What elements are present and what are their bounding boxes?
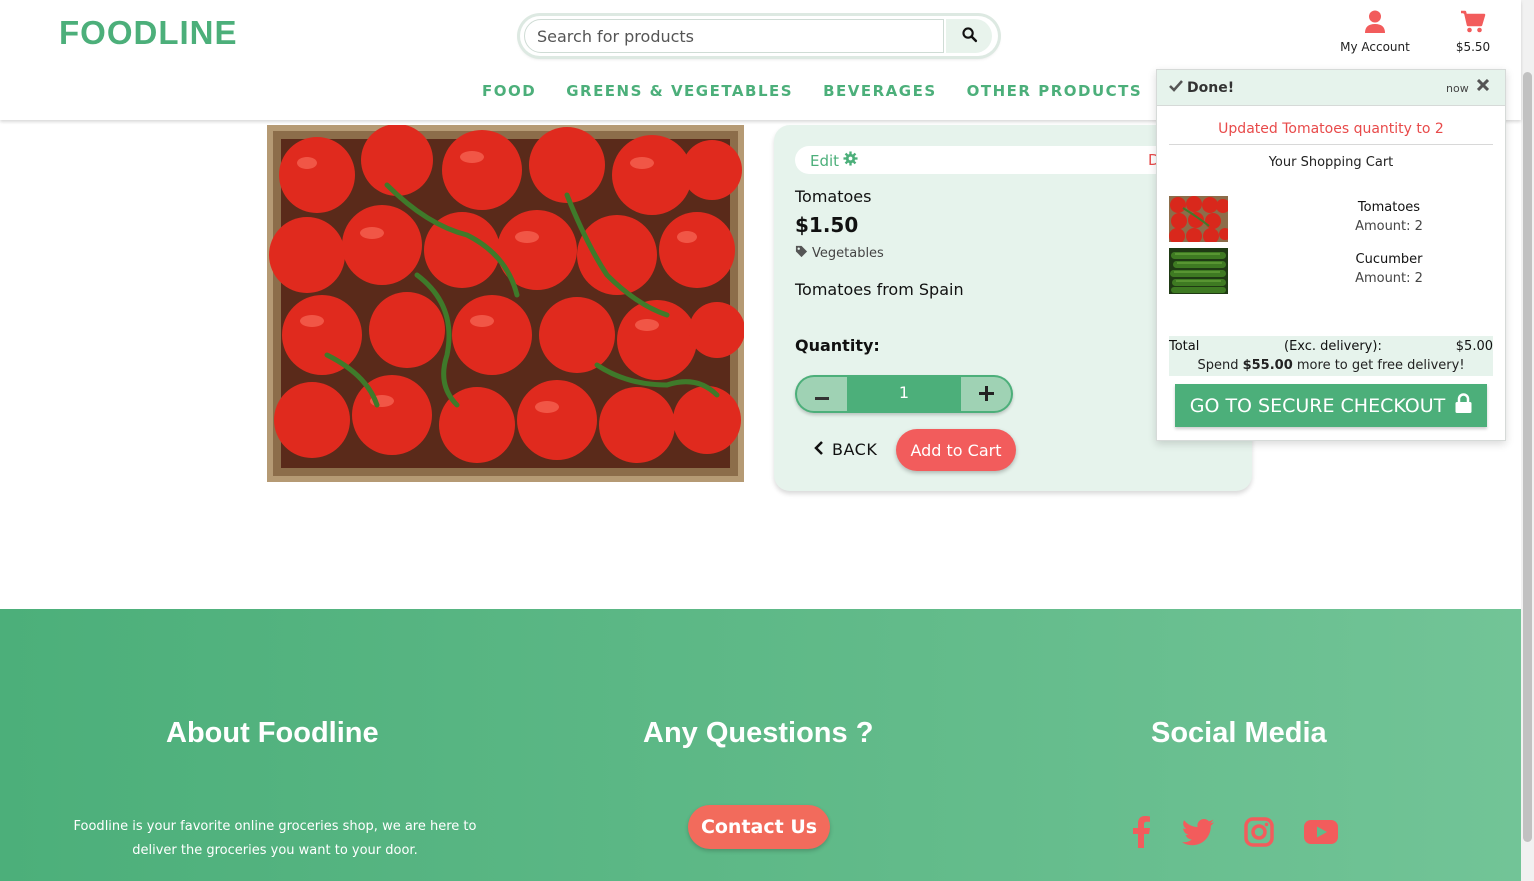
site-logo[interactable]: FOODLINE <box>59 14 238 52</box>
toast-header: Done! now <box>1157 70 1505 106</box>
quantity-input[interactable] <box>849 377 959 407</box>
youtube-icon[interactable] <box>1304 820 1338 844</box>
product-image <box>267 124 745 482</box>
nav-item-beverages[interactable]: BEVERAGES <box>823 82 937 100</box>
quantity-stepper <box>795 375 1013 413</box>
cart-item[interactable]: Cucumber Amount: 2 <box>1169 248 1493 294</box>
toast-timestamp: now <box>1446 82 1469 95</box>
back-button[interactable]: BACK <box>814 440 877 459</box>
search-icon <box>961 26 978 46</box>
cart-item-amount: Amount: 2 <box>1355 219 1423 234</box>
cart-item-thumbnail <box>1169 248 1228 294</box>
cart-subtitle: Your Shopping Cart <box>1268 155 1394 170</box>
cart-toast: Done! now Updated Tomatoes quantity to 2… <box>1156 69 1506 441</box>
my-account-label: My Account <box>1340 40 1410 54</box>
cart-icon <box>1460 10 1486 38</box>
lock-icon <box>1455 393 1472 418</box>
instagram-icon[interactable] <box>1244 817 1274 847</box>
cart-item-thumbnail <box>1169 196 1231 244</box>
facebook-icon[interactable] <box>1130 816 1152 848</box>
search-bar <box>520 16 998 56</box>
user-icon <box>1364 10 1386 38</box>
close-button[interactable] <box>1476 76 1490 95</box>
increment-button[interactable] <box>961 377 1011 411</box>
nav-item-food[interactable]: FOOD <box>482 82 536 100</box>
product-category[interactable]: Vegetables <box>795 245 884 262</box>
edit-product-link[interactable]: Edit <box>810 151 858 170</box>
twitter-icon[interactable] <box>1182 818 1214 846</box>
questions-title: Any Questions ? <box>643 717 874 749</box>
nav-item-other-products[interactable]: OTHER PRODUCTS <box>967 82 1143 100</box>
cart-total: $5.50 <box>1455 40 1491 54</box>
toast-divider <box>1169 144 1493 145</box>
toast-title: Done! <box>1169 80 1234 96</box>
spend-amount: $55.00 <box>1242 358 1293 373</box>
add-to-cart-button[interactable]: Add to Cart <box>896 429 1016 471</box>
decrement-button[interactable] <box>797 377 847 411</box>
cart-total-summary: Total (Exc. delivery): $5.00 Spend $55.0… <box>1169 336 1493 376</box>
edit-label: Edit <box>810 151 840 170</box>
checkout-label: GO TO SECURE CHECKOUT <box>1189 394 1446 417</box>
total-exc-delivery-label: (Exc. delivery): <box>1284 339 1382 354</box>
gear-icon <box>843 151 858 170</box>
plus-icon <box>978 380 994 408</box>
site-footer: About Foodline Any Questions ? Social Me… <box>0 609 1521 881</box>
page-scrollbar[interactable] <box>1521 0 1534 881</box>
nav-item-greens-vegetables[interactable]: GREENS & VEGETABLES <box>566 82 793 100</box>
my-account-link[interactable]: My Account <box>1330 10 1420 54</box>
about-text: Foodline is your favorite online groceri… <box>73 819 477 858</box>
product-description: Tomatoes from Spain <box>795 280 964 299</box>
close-icon <box>1476 76 1490 95</box>
total-label: Total <box>1169 339 1200 354</box>
free-delivery-note: Spend $55.00 more to get free delivery! <box>1169 358 1493 373</box>
cart-item-amount: Amount: 2 <box>1355 271 1423 286</box>
tag-icon <box>795 245 808 262</box>
cart-link[interactable]: $5.50 <box>1448 10 1498 54</box>
minus-icon <box>815 380 829 408</box>
contact-us-button[interactable]: Contact Us <box>688 805 830 849</box>
main-nav: FOOD GREENS & VEGETABLES BEVERAGES OTHER… <box>482 82 1142 100</box>
product-name: Tomatoes <box>795 187 872 206</box>
social-media-title: Social Media <box>1151 717 1327 749</box>
scrollbar-thumb[interactable] <box>1523 72 1532 842</box>
about-title: About Foodline <box>166 717 379 749</box>
cart-item-name: Tomatoes <box>1357 200 1421 215</box>
quantity-label: Quantity: <box>795 336 880 355</box>
chevron-left-icon <box>814 440 824 459</box>
total-value: $5.00 <box>1455 339 1493 354</box>
toast-title-text: Done! <box>1187 80 1235 96</box>
product-price: $1.50 <box>795 213 859 237</box>
back-label: BACK <box>832 440 878 459</box>
toast-message: Updated Tomatoes quantity to 2 <box>1218 121 1444 137</box>
cart-item[interactable]: Tomatoes Amount: 2 <box>1169 196 1493 244</box>
check-icon <box>1169 80 1183 96</box>
search-button[interactable] <box>946 19 992 53</box>
spend-prefix: Spend <box>1197 358 1243 373</box>
social-links <box>1130 816 1338 848</box>
spend-suffix: more to get free delivery! <box>1292 358 1465 373</box>
category-label: Vegetables <box>812 246 884 261</box>
search-input[interactable] <box>524 19 944 53</box>
secure-checkout-button[interactable]: GO TO SECURE CHECKOUT <box>1175 384 1487 427</box>
cart-item-name: Cucumber <box>1355 252 1423 267</box>
